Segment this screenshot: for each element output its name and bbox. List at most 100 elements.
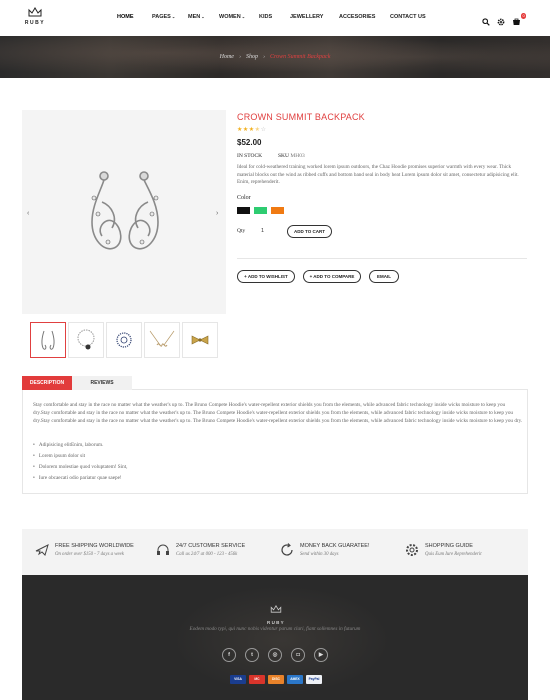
site-header: RUBY HOME PAGES⌄ MEN⌄ WOMEN⌄ KIDS JEWELL…	[0, 0, 550, 36]
nav-label: WOMEN	[219, 14, 241, 20]
nav-label: MEN	[188, 14, 201, 20]
visa-icon: VISA	[230, 675, 246, 684]
product-tabs: DESCRIPTION REVIEWS	[22, 376, 528, 390]
color-swatch-black[interactable]	[237, 207, 250, 214]
star-icon: ☆	[260, 127, 267, 133]
cog-icon	[406, 544, 418, 556]
nav-men[interactable]: MEN⌄	[188, 14, 205, 20]
chevron-down-icon: ⌄	[201, 14, 205, 19]
plane-icon	[35, 544, 49, 556]
nav-contact-us[interactable]: CONTACT US	[390, 14, 426, 20]
breadcrumb-separator: ›	[262, 54, 265, 60]
twitter-icon[interactable]: t	[245, 648, 259, 662]
sku-label: SKU	[278, 153, 290, 159]
footer-logo-text: RUBY	[267, 620, 285, 625]
add-to-cart-button[interactable]: ADD TO CART	[287, 225, 332, 238]
service-title: SHOPPING GUIDE	[425, 543, 473, 549]
logo-text: RUBY	[24, 20, 46, 26]
add-to-wishlist-button[interactable]: + ADD TO WISHLIST	[237, 270, 295, 283]
color-label: Color	[237, 195, 251, 201]
nav-label: CONTACT US	[390, 14, 426, 20]
chevron-down-icon: ⌄	[171, 14, 176, 19]
search-icon[interactable]	[482, 13, 490, 31]
breadcrumb-shop[interactable]: Shop	[246, 54, 258, 60]
instagram-icon[interactable]: ◘	[291, 648, 305, 662]
page-banner: Home › Shop › Crown Summit Backpack	[0, 36, 550, 78]
sku: SKU MH03	[278, 153, 305, 159]
email-button[interactable]: EMAIL	[369, 270, 399, 283]
service-subtitle: On order over $150 - 7 days a week	[55, 552, 124, 557]
color-swatch-orange[interactable]	[271, 207, 284, 214]
nav-jewellery[interactable]: JEWELLERY	[290, 14, 323, 20]
nav-women[interactable]: WOMEN⌄	[219, 14, 245, 20]
refresh-icon	[281, 543, 293, 556]
divider	[237, 258, 527, 259]
service-subtitle: Call us 24/7 at 000 - 123 - 456k	[176, 552, 238, 557]
image-next-arrow[interactable]: ›	[216, 210, 218, 217]
rating-stars: ★★★★☆	[237, 126, 266, 133]
cart-icon[interactable]	[512, 13, 521, 31]
breadcrumb-home[interactable]: Home	[220, 54, 234, 60]
discover-icon: DISC	[268, 675, 284, 684]
service-title: 24/7 CUSTOMER SERVICE	[176, 543, 246, 549]
facebook-icon[interactable]: f	[222, 648, 236, 662]
footer-tagline: Eodem modo typi, qui nunc nobis videntur…	[189, 626, 361, 632]
cart-count-badge: 0	[521, 13, 527, 19]
breadcrumb-current: Crown Summit Backpack	[269, 54, 331, 60]
color-swatch-green[interactable]	[254, 207, 267, 214]
star-icon: ★	[254, 127, 261, 133]
service-title: MONEY BACK GUARATEE!	[300, 543, 370, 549]
service-subtitle: Send within 30 days	[300, 552, 339, 557]
service-title: FREE SHIPPING WORLDWIDE	[55, 543, 134, 549]
nav-label: ACCESORIES	[339, 14, 376, 20]
product-price: $52.00	[237, 138, 262, 147]
site-footer: RUBY Eodem modo typi, qui nunc nobis vid…	[22, 575, 528, 700]
list-item: Iure obcaecati odio pariatur quae saepe!	[33, 473, 127, 484]
paypal-icon: PayPal	[306, 675, 322, 684]
headset-icon	[157, 544, 169, 555]
product-description: Ideal for cold-weathered training worked…	[237, 164, 519, 185]
qty-label: Qty	[237, 228, 246, 234]
tab-reviews[interactable]: REVIEWS	[72, 376, 132, 390]
youtube-icon[interactable]: ▶	[314, 648, 328, 662]
tab-description[interactable]: DESCRIPTION	[22, 376, 72, 390]
logo[interactable]: RUBY	[22, 7, 48, 26]
mastercard-icon: MC	[249, 675, 265, 684]
nav-accesories[interactable]: ACCESORIES	[339, 14, 375, 20]
nav-label: KIDS	[259, 14, 273, 20]
star-icon: ★	[248, 127, 255, 133]
feature-list: Adipisicing elitEnim, laborum. Lorem ips…	[33, 440, 128, 484]
thumbnail-necklace[interactable]	[144, 322, 180, 358]
nav-pages[interactable]: PAGES⌄	[152, 14, 175, 20]
dribbble-icon[interactable]: ◎	[268, 648, 282, 662]
description-text: Stay comfortable and stay in the race no…	[33, 402, 523, 424]
thumbnail-ring[interactable]	[106, 322, 142, 358]
qty-input[interactable]: 1	[261, 228, 264, 234]
add-to-compare-button[interactable]: + ADD TO COMPARE	[303, 270, 361, 283]
thumbnail-earring[interactable]	[30, 322, 66, 358]
list-item: Lorem ipsum dolor sit	[33, 451, 127, 462]
service-subtitle: Quis Eum Iure Reprehenderit	[425, 552, 482, 557]
stock-status: IN STOCK	[237, 153, 263, 159]
amex-icon: AMEX	[287, 675, 303, 684]
nav-kids[interactable]: KIDS	[259, 14, 272, 20]
thumbnail-bow-pin[interactable]	[182, 322, 218, 358]
earring-image	[91, 171, 159, 250]
thumbnail-bracelet[interactable]	[68, 322, 104, 358]
crown-icon	[270, 605, 282, 613]
nav-home[interactable]: HOME	[117, 14, 134, 20]
breadcrumb: Home › Shop › Crown Summit Backpack	[0, 54, 550, 60]
footer-logo[interactable]: RUBY	[265, 600, 287, 625]
gear-icon[interactable]	[497, 13, 505, 31]
chevron-down-icon: ⌄	[241, 14, 246, 19]
image-prev-arrow[interactable]: ‹	[27, 210, 29, 217]
product-main-image[interactable]	[22, 110, 226, 314]
nav-label: HOME	[117, 14, 134, 20]
breadcrumb-separator: ›	[238, 54, 241, 60]
list-item: Adipisicing elitEnim, laborum.	[33, 440, 127, 451]
sku-value: MH03	[290, 153, 305, 159]
services-bar: FREE SHIPPING WORLDWIDE On order over $1…	[22, 529, 528, 575]
nav-label: PAGES	[152, 14, 171, 20]
product-title: CROWN SUMMIT BACKPACK	[237, 112, 365, 122]
crown-icon	[28, 7, 42, 17]
